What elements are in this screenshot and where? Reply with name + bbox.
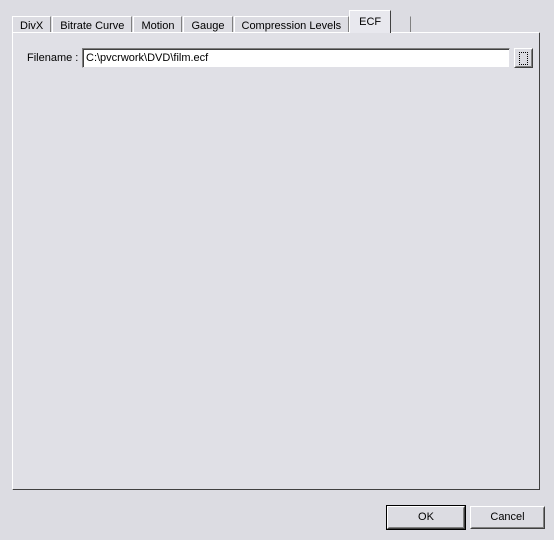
filename-row: Filename :	[13, 48, 539, 70]
tab-strip: DivX Bitrate Curve Motion Gauge Compress…	[12, 10, 412, 35]
tab-ecf-label: ECF	[359, 16, 382, 28]
browse-file-button[interactable]	[514, 48, 533, 68]
tab-divx-label: DivX	[20, 20, 44, 32]
ok-button[interactable]: OK	[386, 505, 466, 530]
filename-label: Filename :	[27, 52, 79, 64]
tab-ecf[interactable]: ECF	[349, 10, 392, 33]
tab-bitrate-curve-label: Bitrate Curve	[60, 20, 125, 32]
cancel-button-label: Cancel	[490, 511, 525, 523]
tab-gauge-label: Gauge	[191, 20, 225, 32]
ok-button-label: OK	[418, 511, 434, 523]
cancel-button[interactable]: Cancel	[470, 506, 545, 529]
tab-compression-levels-label: Compression Levels	[241, 20, 342, 32]
filename-input[interactable]	[82, 48, 510, 68]
ecf-tab-panel: Filename :	[12, 32, 540, 490]
tab-motion-label: Motion	[141, 20, 175, 32]
browse-ellipsis-icon	[519, 51, 528, 65]
